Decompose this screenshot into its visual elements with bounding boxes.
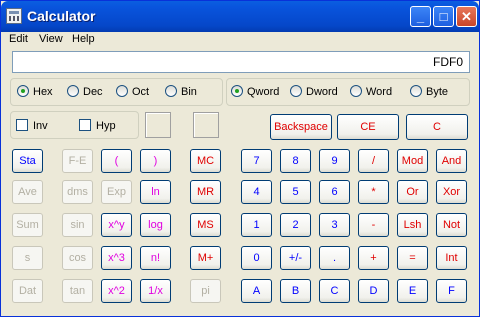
key-7-button[interactable]: 7 bbox=[241, 149, 272, 173]
radio-icon bbox=[165, 85, 177, 97]
key-dms-button[interactable]: dms bbox=[62, 180, 93, 204]
key-not-button[interactable]: Not bbox=[436, 213, 467, 237]
key-fe-button[interactable]: F-E bbox=[62, 149, 93, 173]
checkbox-icon bbox=[79, 119, 91, 131]
minimize-button[interactable]: _ bbox=[410, 6, 431, 27]
radio-icon bbox=[290, 85, 302, 97]
key-div-button[interactable]: / bbox=[358, 149, 389, 173]
result-display: FDF0 bbox=[12, 51, 470, 73]
checkbox-icon bbox=[16, 119, 28, 131]
parenthesis-indicator bbox=[145, 112, 171, 138]
key-9-button[interactable]: 9 bbox=[319, 149, 350, 173]
radio-icon bbox=[67, 85, 79, 97]
word-size-group: Qword Dword Word Byte bbox=[226, 78, 470, 106]
key-mul-button[interactable]: * bbox=[358, 180, 389, 204]
key-and-button[interactable]: And bbox=[436, 149, 467, 173]
key-exp-button[interactable]: Exp bbox=[101, 180, 132, 204]
radio-icon bbox=[116, 85, 128, 97]
key-add-button[interactable]: + bbox=[358, 246, 389, 270]
key-backspace-button[interactable]: Backspace bbox=[270, 114, 332, 140]
inv-hyp-group: Inv Hyp bbox=[10, 111, 139, 139]
calculator-app-icon bbox=[6, 8, 22, 24]
radio-icon bbox=[350, 85, 362, 97]
menu-view[interactable]: View bbox=[39, 33, 63, 45]
key-tan-button[interactable]: tan bbox=[62, 279, 93, 303]
key-mc-button[interactable]: MC bbox=[190, 149, 221, 173]
window-title: Calculator bbox=[27, 8, 96, 24]
key-ms-button[interactable]: MS bbox=[190, 213, 221, 237]
key-a-button[interactable]: A bbox=[241, 279, 272, 303]
key-d-button[interactable]: D bbox=[358, 279, 389, 303]
key-e-button[interactable]: E bbox=[397, 279, 428, 303]
key-s-button[interactable]: s bbox=[12, 246, 43, 270]
key-6-button[interactable]: 6 bbox=[319, 180, 350, 204]
key-ln-button[interactable]: ln bbox=[140, 180, 171, 204]
key-xor-button[interactable]: Xor bbox=[436, 180, 467, 204]
menu-edit[interactable]: Edit bbox=[9, 33, 28, 45]
maximize-button[interactable]: □ bbox=[433, 6, 454, 27]
key-pm-button[interactable]: +/- bbox=[280, 246, 311, 270]
key-2-button[interactable]: 2 bbox=[280, 213, 311, 237]
key-cos-button[interactable]: cos bbox=[62, 246, 93, 270]
key-dot-button[interactable]: . bbox=[319, 246, 350, 270]
key-lparen-button[interactable]: ( bbox=[101, 149, 132, 173]
key-5-button[interactable]: 5 bbox=[280, 180, 311, 204]
menu-bar: Edit View Help bbox=[1, 32, 479, 48]
key-lsh-button[interactable]: Lsh bbox=[397, 213, 428, 237]
key-sta-button[interactable]: Sta bbox=[12, 149, 43, 173]
number-base-group: Hex Dec Oct Bin bbox=[10, 78, 223, 106]
key-log-button[interactable]: log bbox=[140, 213, 171, 237]
key-mplus-button[interactable]: M+ bbox=[190, 246, 221, 270]
key-c-button[interactable]: C bbox=[406, 114, 468, 140]
key-x3-button[interactable]: x^3 bbox=[101, 246, 132, 270]
key-sub-button[interactable]: - bbox=[358, 213, 389, 237]
radio-selected-icon bbox=[231, 85, 243, 97]
key-ave-button[interactable]: Ave bbox=[12, 180, 43, 204]
key-mod-button[interactable]: Mod bbox=[397, 149, 428, 173]
key-3-button[interactable]: 3 bbox=[319, 213, 350, 237]
key-nfact-button[interactable]: n! bbox=[140, 246, 171, 270]
key-f-button[interactable]: F bbox=[436, 279, 467, 303]
key-or-button[interactable]: Or bbox=[397, 180, 428, 204]
memory-indicator bbox=[193, 112, 219, 138]
calculator-window: Calculator _ □ ✕ Edit View Help FDF0 Hex… bbox=[0, 0, 480, 317]
key-1-button[interactable]: 1 bbox=[241, 213, 272, 237]
key-xy-button[interactable]: x^y bbox=[101, 213, 132, 237]
key-rparen-button[interactable]: ) bbox=[140, 149, 171, 173]
key-int-button[interactable]: Int bbox=[436, 246, 467, 270]
key-4-button[interactable]: 4 bbox=[241, 180, 272, 204]
key-8-button[interactable]: 8 bbox=[280, 149, 311, 173]
key-0-button[interactable]: 0 bbox=[241, 246, 272, 270]
key-x2-button[interactable]: x^2 bbox=[101, 279, 132, 303]
key-sum-button[interactable]: Sum bbox=[12, 213, 43, 237]
key-c-button[interactable]: C bbox=[319, 279, 350, 303]
menu-help[interactable]: Help bbox=[72, 33, 95, 45]
key-ce-button[interactable]: CE bbox=[337, 114, 399, 140]
key-recip-button[interactable]: 1/x bbox=[140, 279, 171, 303]
key-mr-button[interactable]: MR bbox=[190, 180, 221, 204]
radio-selected-icon bbox=[17, 85, 29, 97]
radio-icon bbox=[410, 85, 422, 97]
key-sin-button[interactable]: sin bbox=[62, 213, 93, 237]
key-eq-button[interactable]: = bbox=[397, 246, 428, 270]
key-pi-button[interactable]: pi bbox=[190, 279, 221, 303]
key-dat-button[interactable]: Dat bbox=[12, 279, 43, 303]
title-bar[interactable]: Calculator _ □ ✕ bbox=[1, 1, 479, 32]
close-button[interactable]: ✕ bbox=[456, 6, 477, 27]
key-b-button[interactable]: B bbox=[280, 279, 311, 303]
